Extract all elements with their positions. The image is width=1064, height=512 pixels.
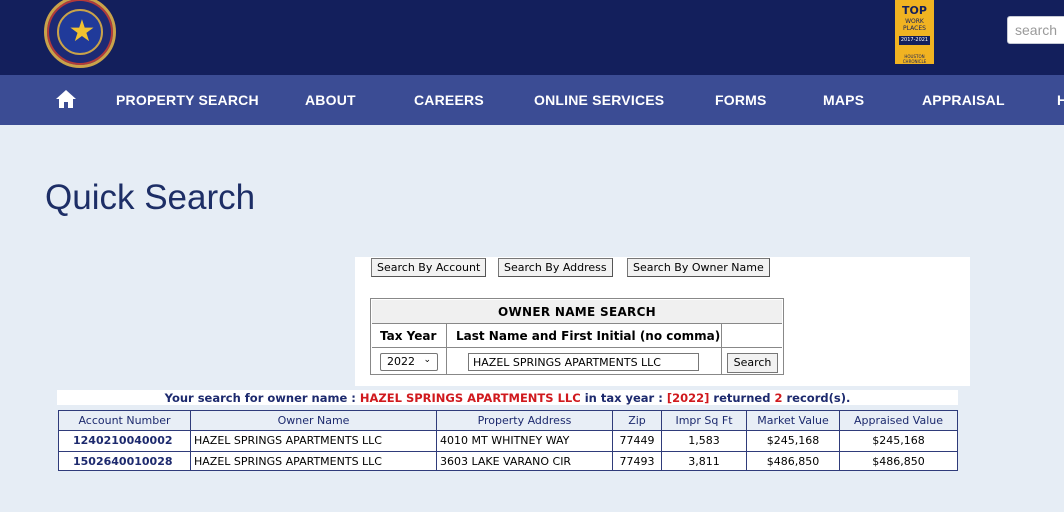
tax-year-value: 2022	[387, 355, 415, 368]
badge-top-text: TOP	[902, 4, 927, 17]
top-workplaces-badge: TOP WORK PLACES 2017-2021 HOUSTON CHRONI…	[895, 0, 934, 64]
nav-appraisal[interactable]: APPRAISAL	[922, 92, 1005, 108]
col-zip: Zip	[628, 414, 646, 427]
search-by-owner-name-button[interactable]: Search By Owner Name	[627, 258, 770, 277]
nav-forms[interactable]: FORMS	[715, 92, 767, 108]
nav-careers[interactable]: CAREERS	[414, 92, 484, 108]
zip-cell: 77493	[619, 455, 655, 468]
impr-sq-ft-cell: 1,583	[688, 434, 720, 447]
result-year: [2022]	[666, 391, 710, 405]
chevron-down-icon: ⌄	[423, 355, 431, 365]
col-property-address: Property Address	[477, 414, 572, 427]
market-value-cell: $245,168	[766, 434, 820, 447]
result-returned: returned	[713, 391, 771, 405]
account-number-link[interactable]: 1502640010028	[73, 455, 173, 468]
impr-sq-ft-cell: 3,811	[688, 455, 720, 468]
account-number-link[interactable]: 1240210040002	[73, 434, 173, 447]
nav-property-search[interactable]: PROPERTY SEARCH	[116, 92, 259, 108]
divider	[372, 347, 782, 348]
star-icon: ★	[68, 14, 96, 49]
header-bar: ★ TOP WORK PLACES 2017-2021 HOUSTON CHRO…	[0, 0, 1064, 75]
col-owner-name: Owner Name	[277, 414, 350, 427]
owner-search-heading: OWNER NAME SEARCH	[372, 300, 782, 324]
seal-center: ★	[57, 9, 103, 55]
home-icon[interactable]	[55, 89, 77, 109]
result-mid: in tax year :	[584, 391, 663, 405]
divider	[721, 324, 722, 374]
search-by-account-button[interactable]: Search By Account	[371, 258, 487, 277]
result-owner: HAZEL SPRINGS APARTMENTS LLC	[359, 391, 581, 405]
badge-bottom-text: HOUSTON CHRONICLE	[902, 54, 927, 64]
result-count: 2	[774, 391, 783, 405]
result-summary: Your search for owner name : HAZEL SPRIN…	[57, 390, 958, 405]
market-value-cell: $486,850	[766, 455, 820, 468]
row-divider	[59, 451, 957, 452]
tax-year-select[interactable]: 2022 ⌄	[380, 353, 438, 371]
result-suffix: record(s).	[786, 391, 851, 405]
results-table: Account Number Owner Name Property Addre…	[58, 410, 958, 471]
nav-about[interactable]: ABOUT	[305, 92, 356, 108]
address-cell: 4010 MT WHITNEY WAY	[440, 434, 570, 447]
owner-name-cell: HAZEL SPRINGS APARTMENTS LLC	[194, 434, 382, 447]
owner-name-input[interactable]: HAZEL SPRINGS APARTMENTS LLC	[468, 353, 699, 371]
col-appraised-value: Appraised Value	[854, 414, 943, 427]
result-prefix: Your search for owner name :	[164, 391, 356, 405]
search-button[interactable]: Search	[727, 353, 778, 373]
page-title: Quick Search	[45, 178, 256, 217]
hcad-seal-logo[interactable]: ★	[44, 0, 116, 68]
zip-cell: 77449	[619, 434, 655, 447]
nav-online-services[interactable]: ONLINE SERVICES	[534, 92, 664, 108]
owner-name-search-form: OWNER NAME SEARCH Tax Year Last Name and…	[370, 298, 784, 375]
appraised-value-cell: $245,168	[872, 434, 925, 447]
owner-name-label: Last Name and First Initial (no comma)	[456, 329, 721, 343]
address-cell: 3603 LAKE VARANO CIR	[440, 455, 572, 468]
nav-maps[interactable]: MAPS	[823, 92, 864, 108]
col-account-number: Account Number	[78, 414, 171, 427]
badge-years-text: 2017-2021	[899, 36, 930, 45]
divider	[446, 324, 447, 374]
nav-more[interactable]: H	[1057, 92, 1064, 108]
owner-name-cell: HAZEL SPRINGS APARTMENTS LLC	[194, 455, 382, 468]
badge-mid-text: WORK PLACES	[903, 18, 926, 32]
search-by-address-button[interactable]: Search By Address	[498, 258, 613, 277]
col-impr-sq-ft: Impr Sq Ft	[675, 414, 733, 427]
search-panel: Search By Account Search By Address Sear…	[355, 257, 970, 386]
tax-year-label: Tax Year	[380, 329, 437, 343]
main-nav: PROPERTY SEARCH ABOUT CAREERS ONLINE SER…	[0, 75, 1064, 125]
col-market-value: Market Value	[757, 414, 829, 427]
appraised-value-cell: $486,850	[872, 455, 925, 468]
site-search-input[interactable]: search	[1007, 16, 1064, 44]
